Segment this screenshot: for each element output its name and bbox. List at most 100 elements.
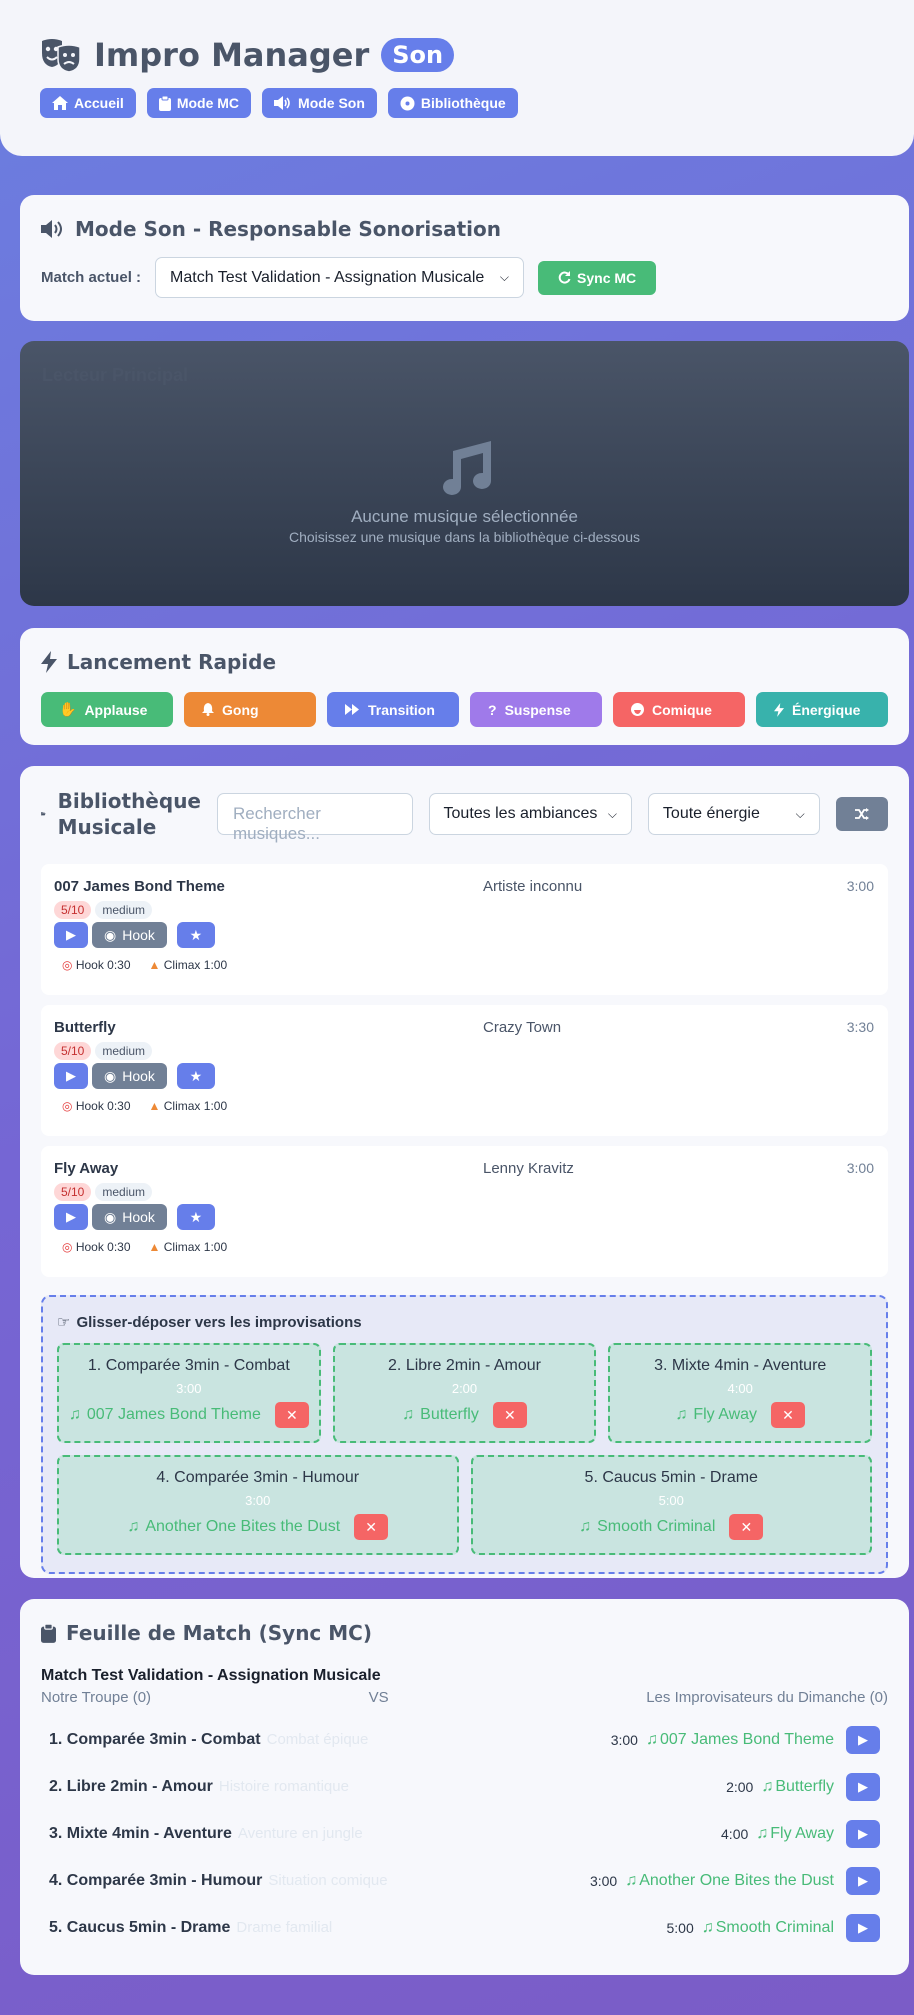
quick-launch-card: Lancement Rapide ✋ Applause Gong Transit…: [20, 628, 909, 745]
sheet-row-theme: Situation comique: [268, 1872, 388, 1889]
home-icon: [52, 96, 68, 110]
hook-button[interactable]: ◉ Hook: [92, 922, 167, 948]
play-button[interactable]: ▶: [846, 1772, 880, 1801]
shuffle-button[interactable]: [835, 797, 888, 831]
drop-zone[interactable]: ☞ Glisser-déposer vers les improvisation…: [41, 1295, 888, 1574]
quick-transition-label: Transition: [368, 701, 435, 718]
mode-son-title: Mode Son - Responsable Sonorisation: [75, 217, 501, 241]
remove-music-button[interactable]: ✕: [771, 1402, 806, 1428]
slot-time: 4:00: [727, 1381, 753, 1396]
sync-mc-label: Sync MC: [577, 269, 637, 286]
quick-transition-button[interactable]: Transition: [327, 692, 459, 727]
favorite-button[interactable]: ★: [176, 922, 215, 948]
impro-slot[interactable]: 5. Caucus 5min - Drame 5:00 ♫ Smooth Cri…: [470, 1455, 872, 1555]
quick-suspense-button[interactable]: ? Suspense: [470, 692, 602, 727]
quick-applause-button[interactable]: ✋ Applause: [41, 692, 173, 727]
nav-mode-son-button[interactable]: Mode Son: [262, 88, 377, 118]
score-badge: 5/10: [54, 901, 92, 919]
track-item[interactable]: 007 James Bond Theme Artiste inconnu 3:0…: [41, 864, 888, 995]
clap-icon: ✋: [59, 701, 77, 717]
remove-music-button[interactable]: ✕: [354, 1514, 389, 1540]
clipboard-icon: [41, 1623, 56, 1643]
impro-slot[interactable]: 1. Comparée 3min - Combat 3:00 ♫ 007 Jam…: [57, 1343, 321, 1443]
play-button[interactable]: ▶: [846, 1866, 880, 1895]
music-note-icon: ♫: [127, 1518, 140, 1535]
hook-marker: ◎ Hook 0:30: [62, 1240, 131, 1254]
remove-music-button[interactable]: ✕: [274, 1402, 309, 1428]
play-button[interactable]: ▶: [846, 1819, 880, 1848]
slot-name: 5. Caucus 5min - Drame: [584, 1469, 758, 1486]
sheet-row-name: 2. Libre 2min - Amour: [49, 1777, 213, 1795]
climax-marker: ▲ Climax 1:00: [149, 1240, 228, 1254]
sheet-row-time: 3:00: [589, 1872, 618, 1889]
play-button[interactable]: ▶: [54, 1063, 88, 1089]
track-item[interactable]: Fly Away Lenny Kravitz 3:00 5/10 medium …: [41, 1146, 888, 1277]
match-select[interactable]: Match Test Validation - Assignation Musi…: [155, 257, 525, 298]
play-icon: ▶: [858, 1825, 868, 1841]
search-input[interactable]: Rechercher musiques...: [217, 793, 413, 843]
sheet-row-theme: Histoire romantique: [218, 1778, 349, 1795]
hook-marker-label: Hook 0:30: [75, 1099, 131, 1113]
track-item[interactable]: Butterfly Crazy Town 3:30 5/10 medium ▶ …: [41, 1005, 888, 1136]
quick-comique-button[interactable]: Comique: [613, 692, 745, 727]
quick-comique-label: Comique: [652, 701, 712, 718]
quick-gong-button[interactable]: Gong: [184, 692, 316, 727]
sheet-row-music: Butterfly: [775, 1777, 834, 1795]
hook-button[interactable]: ◉ Hook: [92, 1204, 167, 1230]
impro-slot[interactable]: 3. Mixte 4min - Aventure 4:00 ♫ Fly Away…: [608, 1343, 873, 1443]
nav-mode-mc-label: Mode MC: [176, 95, 240, 111]
mode-badge: Son: [381, 38, 455, 72]
play-button[interactable]: ▶: [846, 1913, 880, 1942]
sheet-row-name: 3. Mixte 4min - Aventure: [49, 1824, 232, 1842]
impro-slot[interactable]: 4. Comparée 3min - Humour 3:00 ♫ Another…: [57, 1455, 459, 1555]
music-note-icon: [442, 441, 491, 495]
remove-music-button[interactable]: ✕: [729, 1514, 764, 1540]
target-icon: ◎: [62, 1099, 73, 1113]
slot-music: Butterfly: [420, 1406, 479, 1423]
play-button[interactable]: ▶: [54, 922, 88, 948]
quick-gong-label: Gong: [222, 701, 259, 718]
fire-icon: ▲: [148, 1240, 161, 1254]
sheet-row-theme: Aventure en jungle: [237, 1825, 363, 1842]
slot-name: 1. Comparée 3min - Combat: [87, 1357, 290, 1374]
nav-accueil-button[interactable]: Accueil: [40, 88, 136, 118]
music-note-icon: ♫: [701, 1918, 714, 1936]
climax-marker: ▲ Climax 1:00: [149, 958, 228, 972]
quick-energique-button[interactable]: Énergique: [756, 692, 888, 727]
play-button[interactable]: ▶: [54, 1204, 88, 1230]
nav-bibliotheque-button[interactable]: Bibliothèque: [387, 88, 518, 118]
hook-marker: ◎ Hook 0:30: [62, 1099, 131, 1113]
sync-mc-button[interactable]: Sync MC: [538, 260, 657, 295]
remove-music-button[interactable]: ✕: [492, 1402, 527, 1428]
shuffle-icon: [854, 808, 869, 820]
close-icon: ✕: [285, 1406, 298, 1423]
play-button[interactable]: ▶: [846, 1725, 880, 1754]
target-icon: ◎: [62, 958, 73, 972]
sheet-row-name: 1. Comparée 3min - Combat: [49, 1730, 261, 1748]
hook-button-label: Hook: [122, 927, 155, 943]
close-icon: ✕: [503, 1406, 516, 1423]
energy-select-value: Toute énergie: [662, 805, 760, 822]
favorite-button[interactable]: ★: [176, 1063, 215, 1089]
impro-slot[interactable]: 2. Libre 2min - Amour 2:00 ♫ Butterfly ✕: [332, 1343, 597, 1443]
nav-mode-mc-button[interactable]: Mode MC: [146, 88, 252, 118]
sheet-row-music: Fly Away: [770, 1824, 834, 1842]
track-artist: Artiste inconnu: [483, 878, 583, 895]
track-duration: 3:00: [846, 878, 874, 894]
energy-badge: medium: [95, 901, 153, 919]
slot-name: 2. Libre 2min - Amour: [388, 1357, 541, 1374]
hook-button[interactable]: ◉ Hook: [92, 1063, 167, 1089]
energy-select[interactable]: Toute énergie ⌵: [647, 793, 820, 835]
play-icon: ▶: [66, 1209, 76, 1224]
player-empty-title: Aucune musique sélectionnée: [351, 507, 578, 526]
favorite-button[interactable]: ★: [176, 1204, 215, 1230]
track-title: 007 James Bond Theme: [54, 878, 225, 895]
slot-name: 4. Comparée 3min - Humour: [156, 1469, 360, 1486]
sheet-row: 3. Mixte 4min - Aventure Aventure en jun…: [41, 1810, 888, 1857]
nav-mode-son-label: Mode Son: [298, 95, 365, 111]
sheet-row: 5. Caucus 5min - Drame Drame familial 5:…: [41, 1904, 888, 1951]
music-note-icon: ♫: [402, 1406, 415, 1423]
hook-marker-label: Hook 0:30: [75, 958, 131, 972]
sheet-row-name: 5. Caucus 5min - Drame: [49, 1918, 231, 1936]
ambiance-select[interactable]: Toutes les ambiances ⌵: [428, 793, 632, 835]
